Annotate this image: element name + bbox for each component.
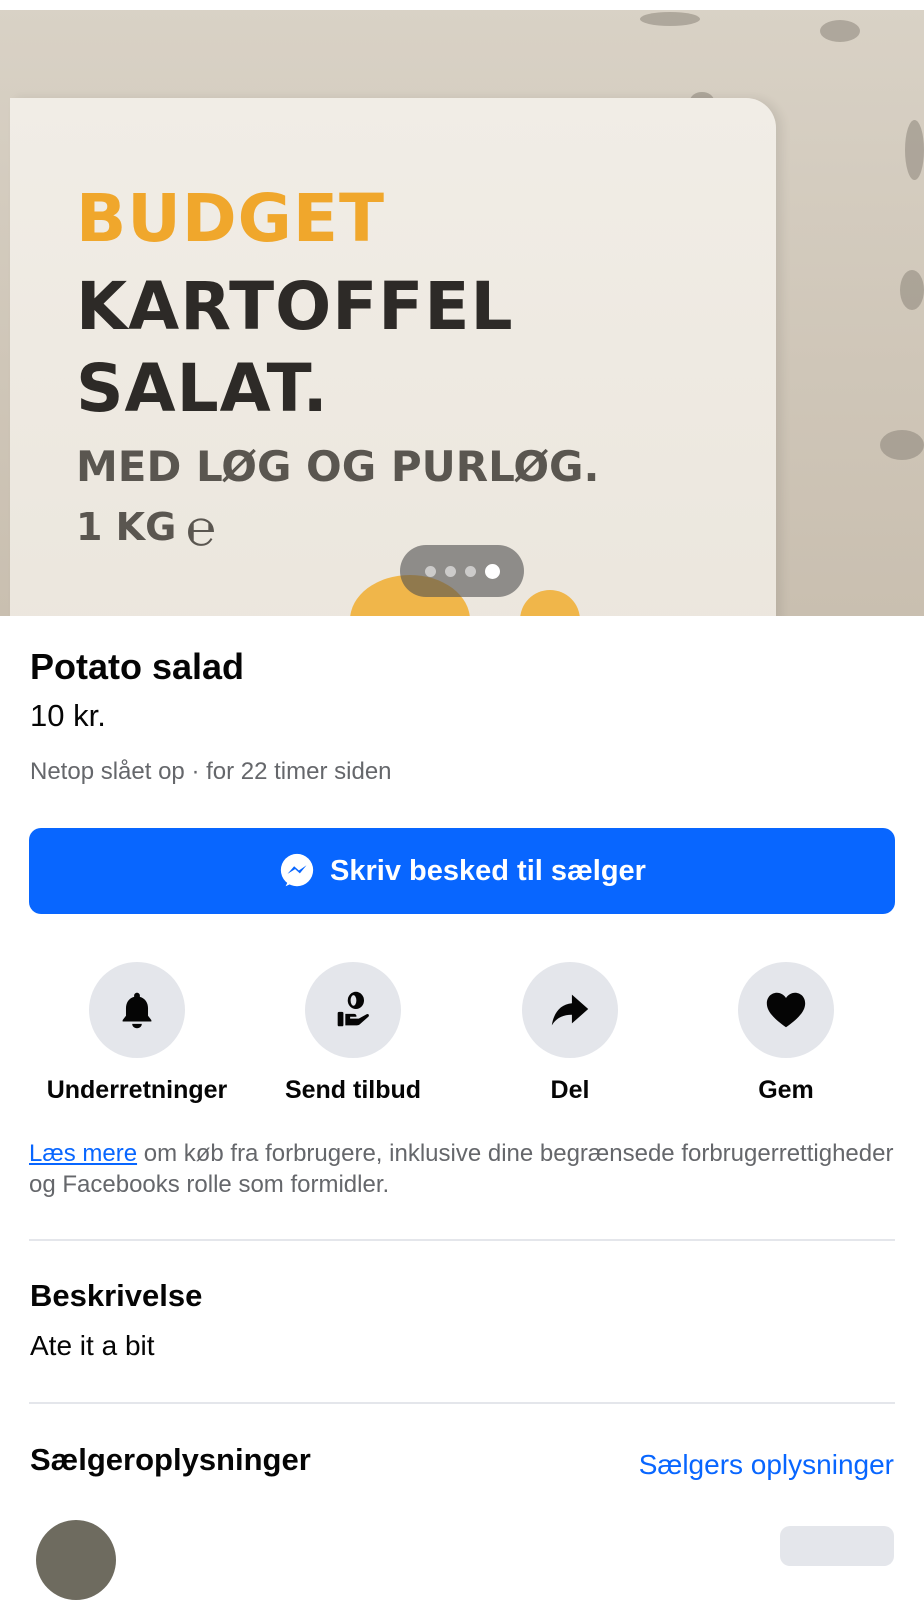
photo-text-budget: BUDGET [76, 180, 385, 257]
photo-text-weight: 1 KG [76, 505, 177, 549]
bell-icon [122, 992, 152, 1029]
background-speck [905, 120, 924, 180]
divider [29, 1402, 895, 1404]
photo-top-strip [0, 0, 924, 10]
consumer-info: Læs mere om køb fra forbrugere, inklusiv… [29, 1138, 895, 1200]
action-label: Del [550, 1076, 590, 1104]
divider [29, 1239, 895, 1241]
message-seller-button[interactable]: Skriv besked til sælger [29, 828, 895, 914]
follow-button[interactable] [780, 1526, 894, 1566]
carousel-indicator[interactable] [400, 545, 524, 597]
listing-meta: Netop slået op · for 22 timer siden [30, 758, 392, 785]
consumer-info-text: om køb fra forbrugere, inklusive dine be… [29, 1140, 894, 1198]
action-notifications[interactable]: Underretninger [37, 962, 237, 1105]
carousel-dot[interactable] [424, 565, 436, 577]
message-seller-label: Skriv besked til sælger [330, 854, 646, 887]
listing-title: Potato salad [30, 646, 245, 687]
share-icon [551, 994, 589, 1026]
background-speck [900, 270, 924, 310]
listing-price: 10 kr. [30, 698, 106, 733]
action-send-offer[interactable]: Send tilbud [253, 962, 453, 1105]
carousel-dot-active[interactable] [484, 563, 500, 579]
seller-details-link[interactable]: Sælgers oplysninger [639, 1449, 894, 1481]
estimated-sign-icon: ℮ [186, 499, 217, 557]
seller-heading: Sælgeroplysninger [30, 1442, 311, 1477]
action-label: Gem [758, 1076, 814, 1104]
avatar[interactable] [36, 1520, 116, 1600]
action-label: Underretninger [46, 1076, 228, 1104]
action-circle[interactable] [305, 962, 401, 1058]
offer-icon [337, 991, 369, 1027]
read-more-link[interactable]: Læs mere [29, 1140, 137, 1167]
background-speck [880, 430, 924, 460]
action-circle[interactable] [89, 962, 185, 1058]
action-share[interactable]: Del [470, 962, 670, 1105]
carousel-dot[interactable] [444, 565, 456, 577]
heart-icon [766, 992, 806, 1028]
description-text: Ate it a bit [30, 1330, 155, 1361]
carousel-dot[interactable] [464, 565, 476, 577]
action-label: Send tilbud [284, 1076, 422, 1104]
description-heading: Beskrivelse [30, 1278, 203, 1313]
background-speck [640, 12, 700, 26]
background-speck [820, 20, 860, 42]
action-circle[interactable] [738, 962, 834, 1058]
action-circle[interactable] [522, 962, 618, 1058]
action-save[interactable]: Gem [686, 962, 886, 1105]
photo-text-salat: SALAT. [76, 350, 329, 427]
messenger-icon [280, 853, 314, 887]
product-photo[interactable]: BUDGET KARTOFFEL SALAT. MED LØG OG PURLØ… [0, 0, 924, 616]
photo-text-ingredients: MED LØG OG PURLØG. [76, 442, 600, 491]
photo-text-kartoffel: KARTOFFEL [76, 268, 514, 345]
